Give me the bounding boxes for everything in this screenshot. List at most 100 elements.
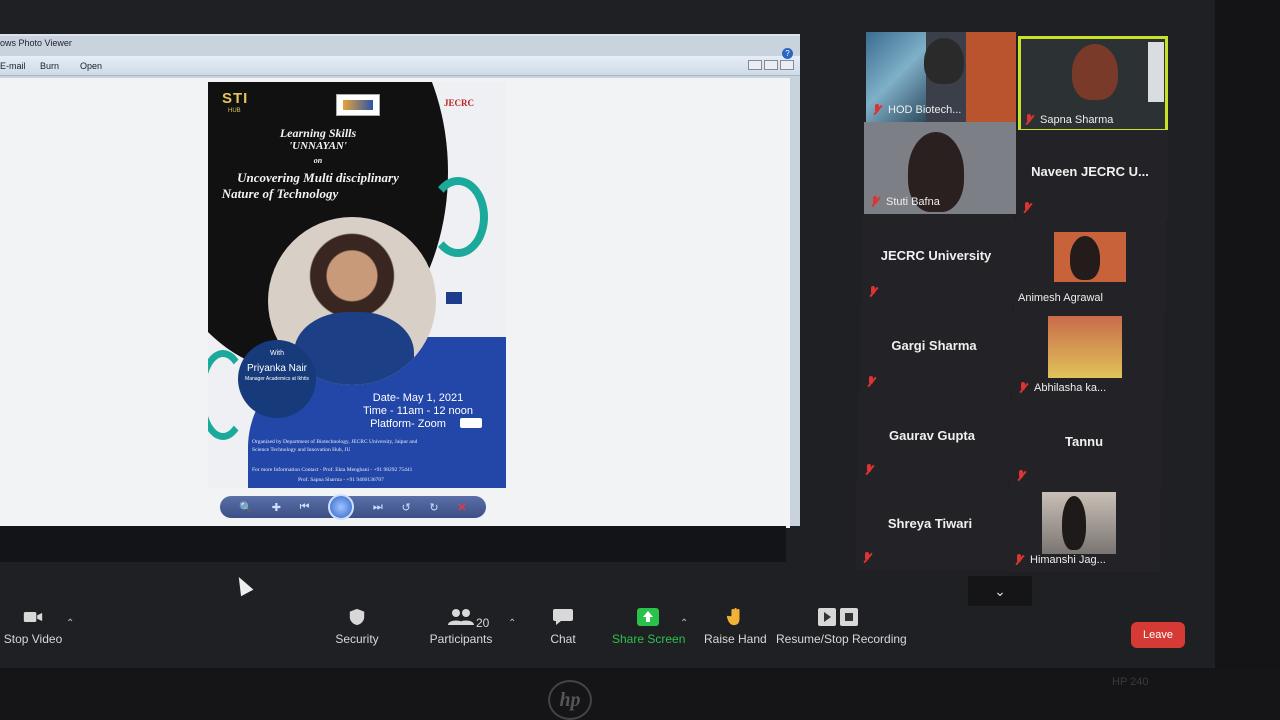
event-date: Date- May 1, 2021 — [372, 392, 464, 404]
stop-video-button[interactable]: Stop Video — [0, 608, 66, 646]
participant-name: Abhilasha ka... — [1034, 382, 1107, 394]
jecrc-logo: JECRC — [444, 98, 475, 108]
security-label: Security — [335, 632, 379, 646]
participant-tile[interactable]: Stuti Bafna — [864, 122, 1016, 214]
next-icon[interactable]: ⏭ — [373, 501, 383, 514]
participant-tile[interactable]: Gargi Sharma — [860, 304, 1012, 394]
record-controls-icon — [818, 608, 858, 626]
participant-name-large: Gargi Sharma — [891, 338, 977, 353]
participant-tile[interactable]: Shreya Tiwari — [856, 482, 1008, 570]
participant-tile[interactable]: Sapna Sharma — [1018, 36, 1168, 132]
participant-name-large: Shreya Tiwari — [887, 516, 973, 531]
stop-video-label: Stop Video — [3, 632, 63, 646]
leave-button[interactable]: Leave — [1131, 622, 1185, 648]
chat-label: Chat — [550, 632, 576, 646]
share-screen-icon — [637, 608, 659, 626]
participant-tile[interactable]: Gaurav Gupta — [858, 394, 1010, 482]
muted-mic-icon — [1022, 202, 1032, 214]
record-label: Resume/Stop Recording — [776, 632, 907, 646]
participant-tile[interactable]: Abhilasha ka... — [1012, 310, 1164, 400]
raise-hand-icon — [726, 608, 740, 626]
participant-tile[interactable]: Animesh Agrawal — [1014, 220, 1166, 310]
partner-logo — [336, 94, 380, 116]
slideshow-icon[interactable] — [328, 494, 355, 520]
maximize-icon[interactable] — [764, 60, 778, 70]
webinar-poster: STI HUB JECRC Learning Skills 'UNNAYAN' … — [208, 82, 506, 488]
share-screen-button[interactable]: Share Screen — [612, 608, 686, 646]
window-controls — [748, 60, 794, 70]
participant-tile[interactable]: Naveen JECRC U... — [1016, 130, 1168, 220]
model-label: HP 240 — [1112, 676, 1149, 688]
menu-burn[interactable]: Burn — [40, 61, 59, 71]
close-icon[interactable] — [780, 60, 794, 70]
muted-mic-icon — [1018, 382, 1028, 394]
monitor-bezel — [0, 668, 1280, 720]
hp-logo: hp — [548, 680, 592, 720]
contact-line: For more Information Contact - Prof. Ekt… — [252, 467, 413, 473]
zoom-icon[interactable]: 🔍 — [239, 501, 253, 514]
raise-hand-button[interactable]: Raise Hand — [704, 608, 767, 646]
contact-line: Prof. Sapna Sharma - +91 9460136707 — [298, 477, 384, 483]
rotate-left-icon[interactable]: ↺ — [402, 501, 411, 514]
chevron-down-icon[interactable]: ⌄ — [968, 576, 1032, 606]
minimize-icon[interactable] — [748, 60, 762, 70]
organizer-line: Science Technology and Innovation Hub, J… — [252, 447, 351, 453]
chevron-up-icon[interactable]: ⌃ — [508, 618, 516, 629]
viewer-title: ows Photo Viewer — [0, 38, 72, 48]
help-icon[interactable]: ? — [782, 48, 793, 59]
muted-mic-icon — [862, 552, 872, 564]
participant-name: Stuti Bafna — [886, 196, 940, 208]
mouse-cursor-icon — [232, 573, 254, 597]
rotate-right-icon[interactable]: ↻ — [429, 501, 438, 514]
poster-teal-ring — [428, 177, 488, 257]
muted-mic-icon — [872, 104, 882, 116]
participant-name-large: JECRC University — [880, 248, 992, 263]
record-button[interactable]: Resume/Stop Recording — [776, 608, 907, 646]
muted-mic-icon — [866, 376, 876, 388]
participant-tile[interactable]: Tannu — [1010, 400, 1162, 488]
muted-mic-icon — [1014, 554, 1024, 566]
participant-name: Sapna Sharma — [1040, 114, 1114, 126]
participant-tile[interactable]: JECRC University — [862, 214, 1014, 304]
participants-count: 20 — [476, 616, 490, 630]
muted-mic-icon — [1024, 114, 1034, 126]
poster-line: on — [313, 156, 323, 165]
muted-mic-icon — [864, 464, 874, 476]
chat-button[interactable]: Chat — [548, 608, 578, 646]
participant-name: HOD Biotech... — [888, 104, 962, 116]
participant-name: Animesh Agrawal — [1018, 292, 1103, 304]
participants-label: Participants — [429, 632, 493, 646]
speaker-role: Manager Academics at Ikhtis — [245, 376, 309, 382]
participant-name-large: Naveen JECRC U... — [1031, 164, 1149, 179]
poster-line: Learning Skills — [279, 126, 357, 140]
with-label: With — [270, 350, 284, 357]
delete-icon[interactable]: ✕ — [457, 501, 466, 514]
security-button[interactable]: Security — [330, 608, 384, 646]
speaker-badge: With Priyanka Nair Manager Academics at … — [238, 340, 316, 418]
chevron-up-icon[interactable]: ⌃ — [66, 618, 74, 629]
muted-mic-icon — [870, 196, 880, 208]
viewer-menubar: E-mail Burn Open — [0, 56, 800, 76]
poster-square — [446, 292, 462, 304]
poster-heading: Uncovering Multi disciplinary — [237, 170, 399, 185]
menu-email[interactable]: E-mail — [0, 61, 26, 71]
sti-hub-logo: STI — [222, 90, 249, 107]
organizer-line: Organized by Department of Biotechnology… — [252, 439, 418, 445]
raise-hand-label: Raise Hand — [704, 632, 767, 646]
viewer-footer — [0, 526, 786, 562]
chat-bubble-icon — [553, 609, 573, 625]
fit-icon[interactable]: ✚ — [272, 501, 281, 514]
menu-open[interactable]: Open — [80, 61, 102, 71]
monitor-bezel — [1215, 0, 1280, 720]
shield-icon — [349, 608, 365, 626]
sti-hub-logo-sub: HUB — [228, 108, 241, 114]
participant-tile[interactable]: HOD Biotech... — [866, 32, 1016, 122]
previous-icon[interactable]: ⏮ — [300, 501, 310, 514]
participant-name: Himanshi Jag... — [1030, 554, 1106, 566]
chevron-up-icon[interactable]: ⌃ — [680, 618, 688, 629]
participant-tile[interactable]: Himanshi Jag... — [1008, 488, 1160, 572]
participants-icon — [448, 609, 474, 625]
share-screen-label: Share Screen — [612, 632, 686, 646]
participant-name-large: Gaurav Gupta — [889, 428, 975, 443]
poster-line: 'UNNAYAN' — [289, 140, 347, 152]
